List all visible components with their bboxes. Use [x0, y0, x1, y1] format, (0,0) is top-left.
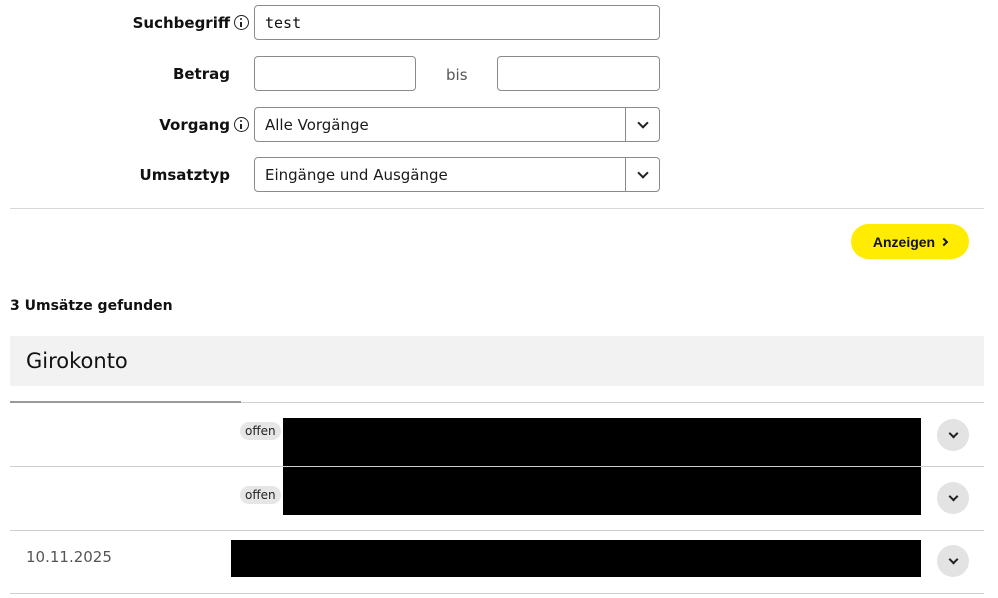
amount-separator: bis [446, 66, 468, 84]
table-row[interactable]: offen [10, 467, 984, 530]
process-info-icon[interactable] [234, 117, 249, 132]
process-select[interactable]: Alle Vorgänge [254, 107, 660, 142]
chevron-down-icon [948, 491, 958, 501]
show-button[interactable]: Anzeigen [851, 224, 969, 259]
table-row[interactable]: offen [10, 403, 984, 466]
show-button-label: Anzeigen [872, 233, 936, 250]
process-select-value: Alle Vorgänge [265, 115, 369, 134]
amount-label: Betrag [172, 65, 230, 83]
process-dropdown-toggle[interactable] [625, 108, 659, 141]
expand-button[interactable] [937, 419, 969, 451]
status-badge: offen [240, 422, 281, 440]
account-title: Girokonto [26, 349, 128, 373]
redacted-details [283, 467, 921, 515]
chevron-down-icon [948, 428, 958, 438]
expand-button[interactable] [937, 482, 969, 514]
chevron-down-icon [636, 116, 649, 129]
chevron-right-icon [939, 237, 949, 246]
amount-from-input[interactable] [254, 56, 416, 91]
redacted-details [283, 418, 921, 466]
search-label: Suchbegriff [132, 14, 230, 32]
transaction-date: 10.11.2025 [26, 548, 112, 566]
search-info-icon[interactable] [234, 15, 249, 30]
expand-button[interactable] [937, 545, 969, 577]
table-row[interactable]: 10.11.2025 [10, 531, 984, 593]
chevron-down-icon [948, 554, 958, 564]
chevron-down-icon [636, 166, 649, 179]
status-badge: offen [240, 486, 281, 504]
type-select-value: Eingänge und Ausgänge [265, 165, 448, 184]
row-divider [10, 593, 984, 594]
type-label: Umsatztyp [139, 166, 230, 184]
result-count: 3 Umsätze gefunden [10, 298, 173, 314]
type-select[interactable]: Eingänge und Ausgänge [254, 157, 660, 192]
type-dropdown-toggle[interactable] [625, 158, 659, 191]
search-input[interactable]: test [254, 5, 660, 40]
redacted-details [231, 540, 921, 577]
account-header: Girokonto [10, 336, 984, 386]
amount-to-input[interactable] [497, 56, 660, 91]
filter-divider [10, 208, 984, 209]
process-label: Vorgang [159, 116, 230, 134]
